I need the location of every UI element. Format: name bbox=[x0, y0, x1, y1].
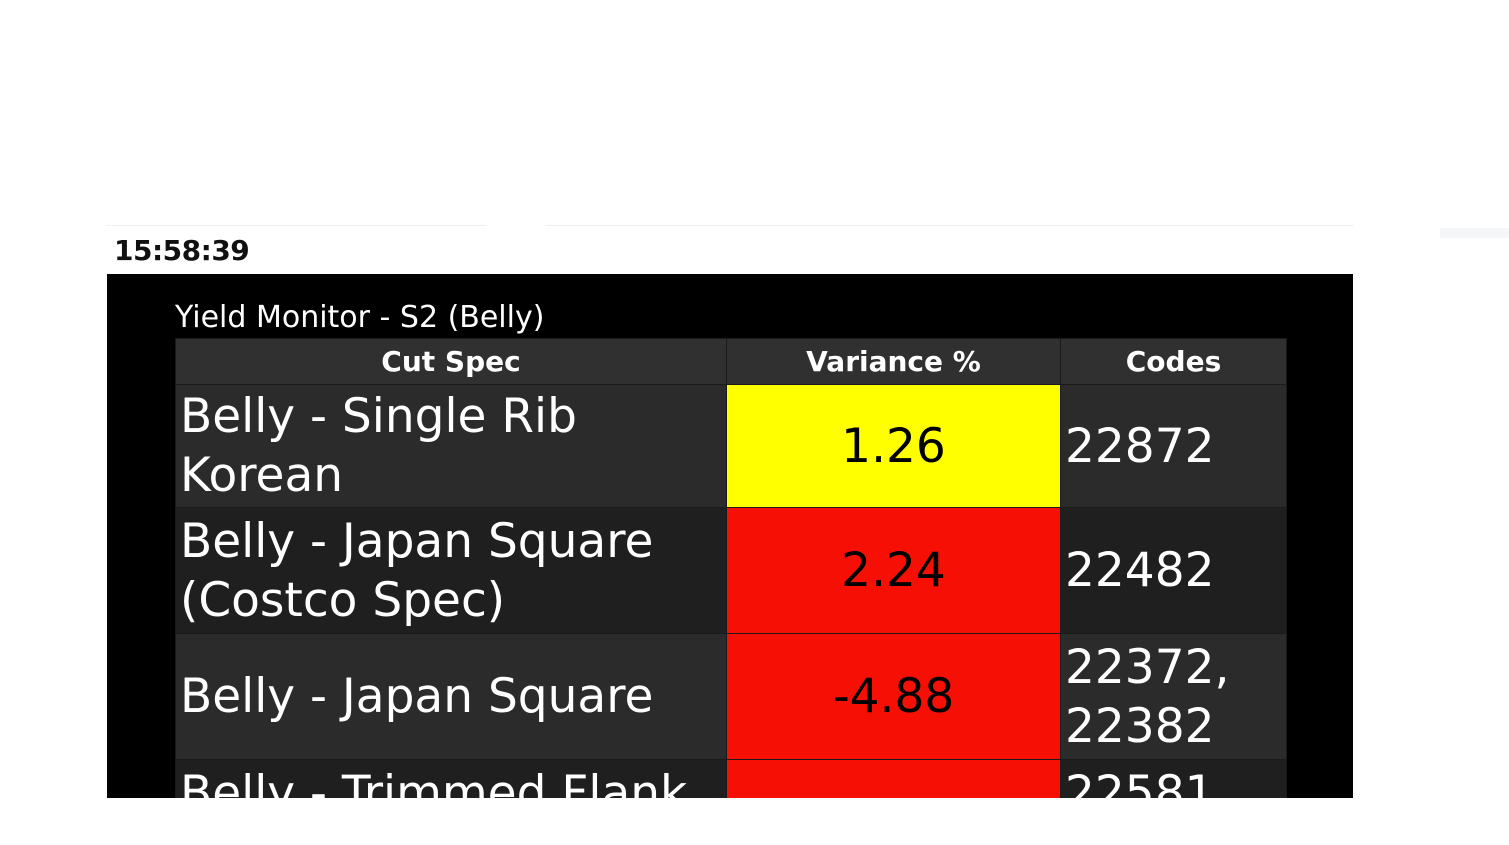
variance-cell: -4.88 bbox=[726, 633, 1061, 760]
column-header-codes: Codes bbox=[1060, 338, 1287, 385]
codes-cell: 22372, 22382 bbox=[1060, 633, 1287, 760]
variance-cell: 2.24 bbox=[726, 507, 1061, 634]
top-divider-left bbox=[106, 225, 487, 226]
table-row: Belly - Single Rib Korean 1.26 22872 bbox=[175, 384, 1287, 508]
codes-cell: 22482 bbox=[1060, 507, 1287, 634]
panel-title: Yield Monitor - S2 (Belly) bbox=[175, 300, 545, 335]
clock-time: 15:58:39 bbox=[114, 234, 250, 267]
table-row: Belly - Trimmed Flank Belly (2cm min) -5… bbox=[175, 759, 1287, 798]
variance-cell: 1.26 bbox=[726, 384, 1061, 508]
codes-cell: 22872 bbox=[1060, 384, 1287, 508]
table-header-row: Cut Spec Variance % Codes bbox=[175, 338, 1287, 385]
yield-table: Cut Spec Variance % Codes Belly - Single… bbox=[175, 338, 1287, 798]
cut-spec-cell: Belly - Japan Square bbox=[175, 633, 727, 760]
edge-marker bbox=[1440, 228, 1509, 238]
table-row: Belly - Japan Square -4.88 22372, 22382 bbox=[175, 633, 1287, 760]
cut-spec-cell: Belly - Single Rib Korean bbox=[175, 384, 727, 508]
cut-spec-cell: Belly - Japan Square (Costco Spec) bbox=[175, 507, 727, 634]
top-divider-right bbox=[545, 225, 1354, 226]
yield-dashboard: Yield Monitor - S2 (Belly) Cut Spec Vari… bbox=[107, 274, 1353, 798]
cut-spec-cell: Belly - Trimmed Flank Belly (2cm min) bbox=[175, 759, 727, 798]
codes-cell: 22581, 52923 bbox=[1060, 759, 1287, 798]
column-header-variance: Variance % bbox=[726, 338, 1061, 385]
column-header-cut-spec: Cut Spec bbox=[175, 338, 727, 385]
table-row: Belly - Japan Square (Costco Spec) 2.24 … bbox=[175, 507, 1287, 634]
variance-cell: -5.41 bbox=[726, 759, 1061, 798]
